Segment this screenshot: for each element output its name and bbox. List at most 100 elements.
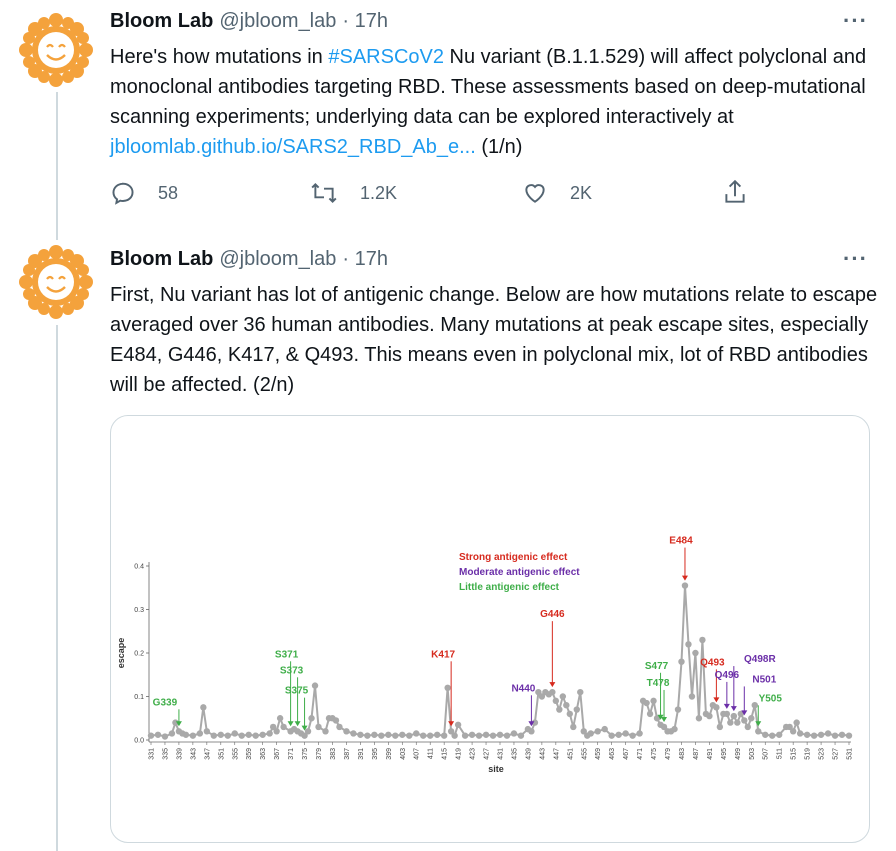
data-point xyxy=(671,725,678,733)
annotation-arrowhead xyxy=(755,721,762,727)
more-options-icon[interactable]: ··· xyxy=(843,8,868,34)
x-tick-label: 419 xyxy=(456,748,463,760)
data-point xyxy=(406,732,413,739)
annotation-label: S477 xyxy=(645,661,669,672)
bloom-lab-avatar[interactable] xyxy=(16,242,96,322)
annotation-q496: Q496 xyxy=(715,670,740,709)
reply-button[interactable]: 58 xyxy=(110,180,178,206)
x-tick-label: 371 xyxy=(288,748,295,760)
x-tick-label: 367 xyxy=(274,748,281,760)
data-point xyxy=(629,732,636,739)
x-tick-label: 395 xyxy=(372,748,379,760)
annotation-label: Y505 xyxy=(759,693,783,704)
x-tick-label: 359 xyxy=(246,748,253,760)
tweet-header: Bloom Lab @jbloom_lab · 17h xyxy=(110,248,388,271)
data-point xyxy=(650,697,657,705)
annotation-arrowhead xyxy=(730,706,737,712)
data-point xyxy=(196,730,204,737)
url-link[interactable]: jbloomlab.github.io/SARS2_RBD_Ab_e... xyxy=(110,136,476,158)
data-point xyxy=(699,636,706,644)
retweet-button[interactable]: 1.2K xyxy=(310,180,397,206)
author-handle[interactable]: @jbloom_lab xyxy=(219,248,336,271)
data-point xyxy=(427,732,434,739)
y-tick-label: 0.2 xyxy=(134,651,144,658)
x-tick-label: 339 xyxy=(176,748,183,760)
y-tick-label: 0.0 xyxy=(134,738,144,745)
data-point xyxy=(678,658,685,665)
author-name[interactable]: Bloom Lab xyxy=(110,10,213,33)
escape-chart: 0.0 0.1 0.2 0.3 0.4 331 335 339 343 347 351 355 359 3… xyxy=(116,536,854,774)
data-point xyxy=(716,723,724,731)
data-point xyxy=(776,731,783,738)
data-point xyxy=(280,723,287,731)
x-tick-label: 351 xyxy=(218,748,225,760)
bloom-lab-avatar[interactable] xyxy=(16,10,96,90)
data-point xyxy=(723,710,731,718)
tweet-text: First, Nu variant has lot of antigenic c… xyxy=(110,284,878,396)
legend-entry: Little antigenic effect xyxy=(459,582,560,593)
data-point xyxy=(468,731,476,738)
data-point xyxy=(748,715,755,722)
data-point xyxy=(615,731,622,738)
data-point xyxy=(741,717,748,724)
data-point xyxy=(385,731,392,738)
data-point xyxy=(357,731,364,738)
reply-count: 58 xyxy=(158,182,179,203)
x-tick-label: 407 xyxy=(414,748,421,760)
x-tick-label: 467 xyxy=(623,748,630,760)
x-tick-label: 511 xyxy=(777,748,784,759)
x-tick-label: 439 xyxy=(525,748,532,760)
data-point xyxy=(343,728,350,735)
data-point xyxy=(461,732,469,739)
x-tick-label: 335 xyxy=(162,748,169,760)
data-point xyxy=(727,719,734,726)
author-handle[interactable]: @jbloom_lab xyxy=(219,10,336,33)
data-point xyxy=(161,733,169,740)
data-point xyxy=(182,731,190,738)
data-point xyxy=(636,730,643,737)
data-point xyxy=(796,730,804,737)
annotation-label: K417 xyxy=(431,649,455,660)
data-point xyxy=(322,728,329,735)
annotation-label: N501 xyxy=(752,674,776,685)
x-tick-label: 495 xyxy=(721,748,728,760)
tweet-time[interactable]: · 17h xyxy=(342,10,388,33)
data-point xyxy=(810,732,818,739)
y-axis-label: escape xyxy=(116,638,126,669)
data-point xyxy=(803,731,811,738)
tweet-media-chart[interactable]: 0.0 0.1 0.2 0.3 0.4 331 335 339 343 347 351 355 359 3… xyxy=(110,415,870,843)
share-button[interactable] xyxy=(722,178,770,206)
x-tick-label: 491 xyxy=(707,748,714,760)
data-point xyxy=(489,732,497,739)
data-point xyxy=(454,721,462,728)
data-point xyxy=(259,731,266,738)
hashtag-link[interactable]: #SARSCoV2 xyxy=(328,46,444,68)
data-point xyxy=(510,730,518,737)
more-options-icon[interactable]: ··· xyxy=(843,246,868,272)
annotation-label: T478 xyxy=(647,678,670,689)
data-point xyxy=(364,732,371,739)
tweet-time[interactable]: · 17h xyxy=(342,248,388,271)
x-tick-label: 471 xyxy=(637,748,644,760)
x-tick-label: 483 xyxy=(679,748,686,760)
author-name[interactable]: Bloom Lab xyxy=(110,248,213,271)
data-point xyxy=(824,730,832,737)
x-tick-label: 515 xyxy=(791,748,798,760)
x-tick-label: 523 xyxy=(819,748,826,760)
annotation-label: G339 xyxy=(153,697,178,708)
like-button[interactable]: 2K xyxy=(522,180,592,206)
data-point xyxy=(210,732,218,739)
x-tick-label: 531 xyxy=(847,748,854,760)
data-point xyxy=(245,731,252,738)
data-point xyxy=(556,706,563,713)
data-point xyxy=(224,732,231,739)
annotation-label: E484 xyxy=(669,536,693,547)
annotation-arrowhead xyxy=(294,721,301,727)
tweet-1[interactable]: Bloom Lab @jbloom_lab · 17h ··· Here's h… xyxy=(0,0,896,230)
legend-entry: Moderate antigenic effect xyxy=(459,567,580,578)
text-segment: Here's how mutations in xyxy=(110,46,329,68)
x-tick-label: 399 xyxy=(386,748,393,760)
x-tick-label: 375 xyxy=(302,748,309,760)
x-tick-label: 411 xyxy=(428,748,435,759)
data-point xyxy=(845,732,853,739)
